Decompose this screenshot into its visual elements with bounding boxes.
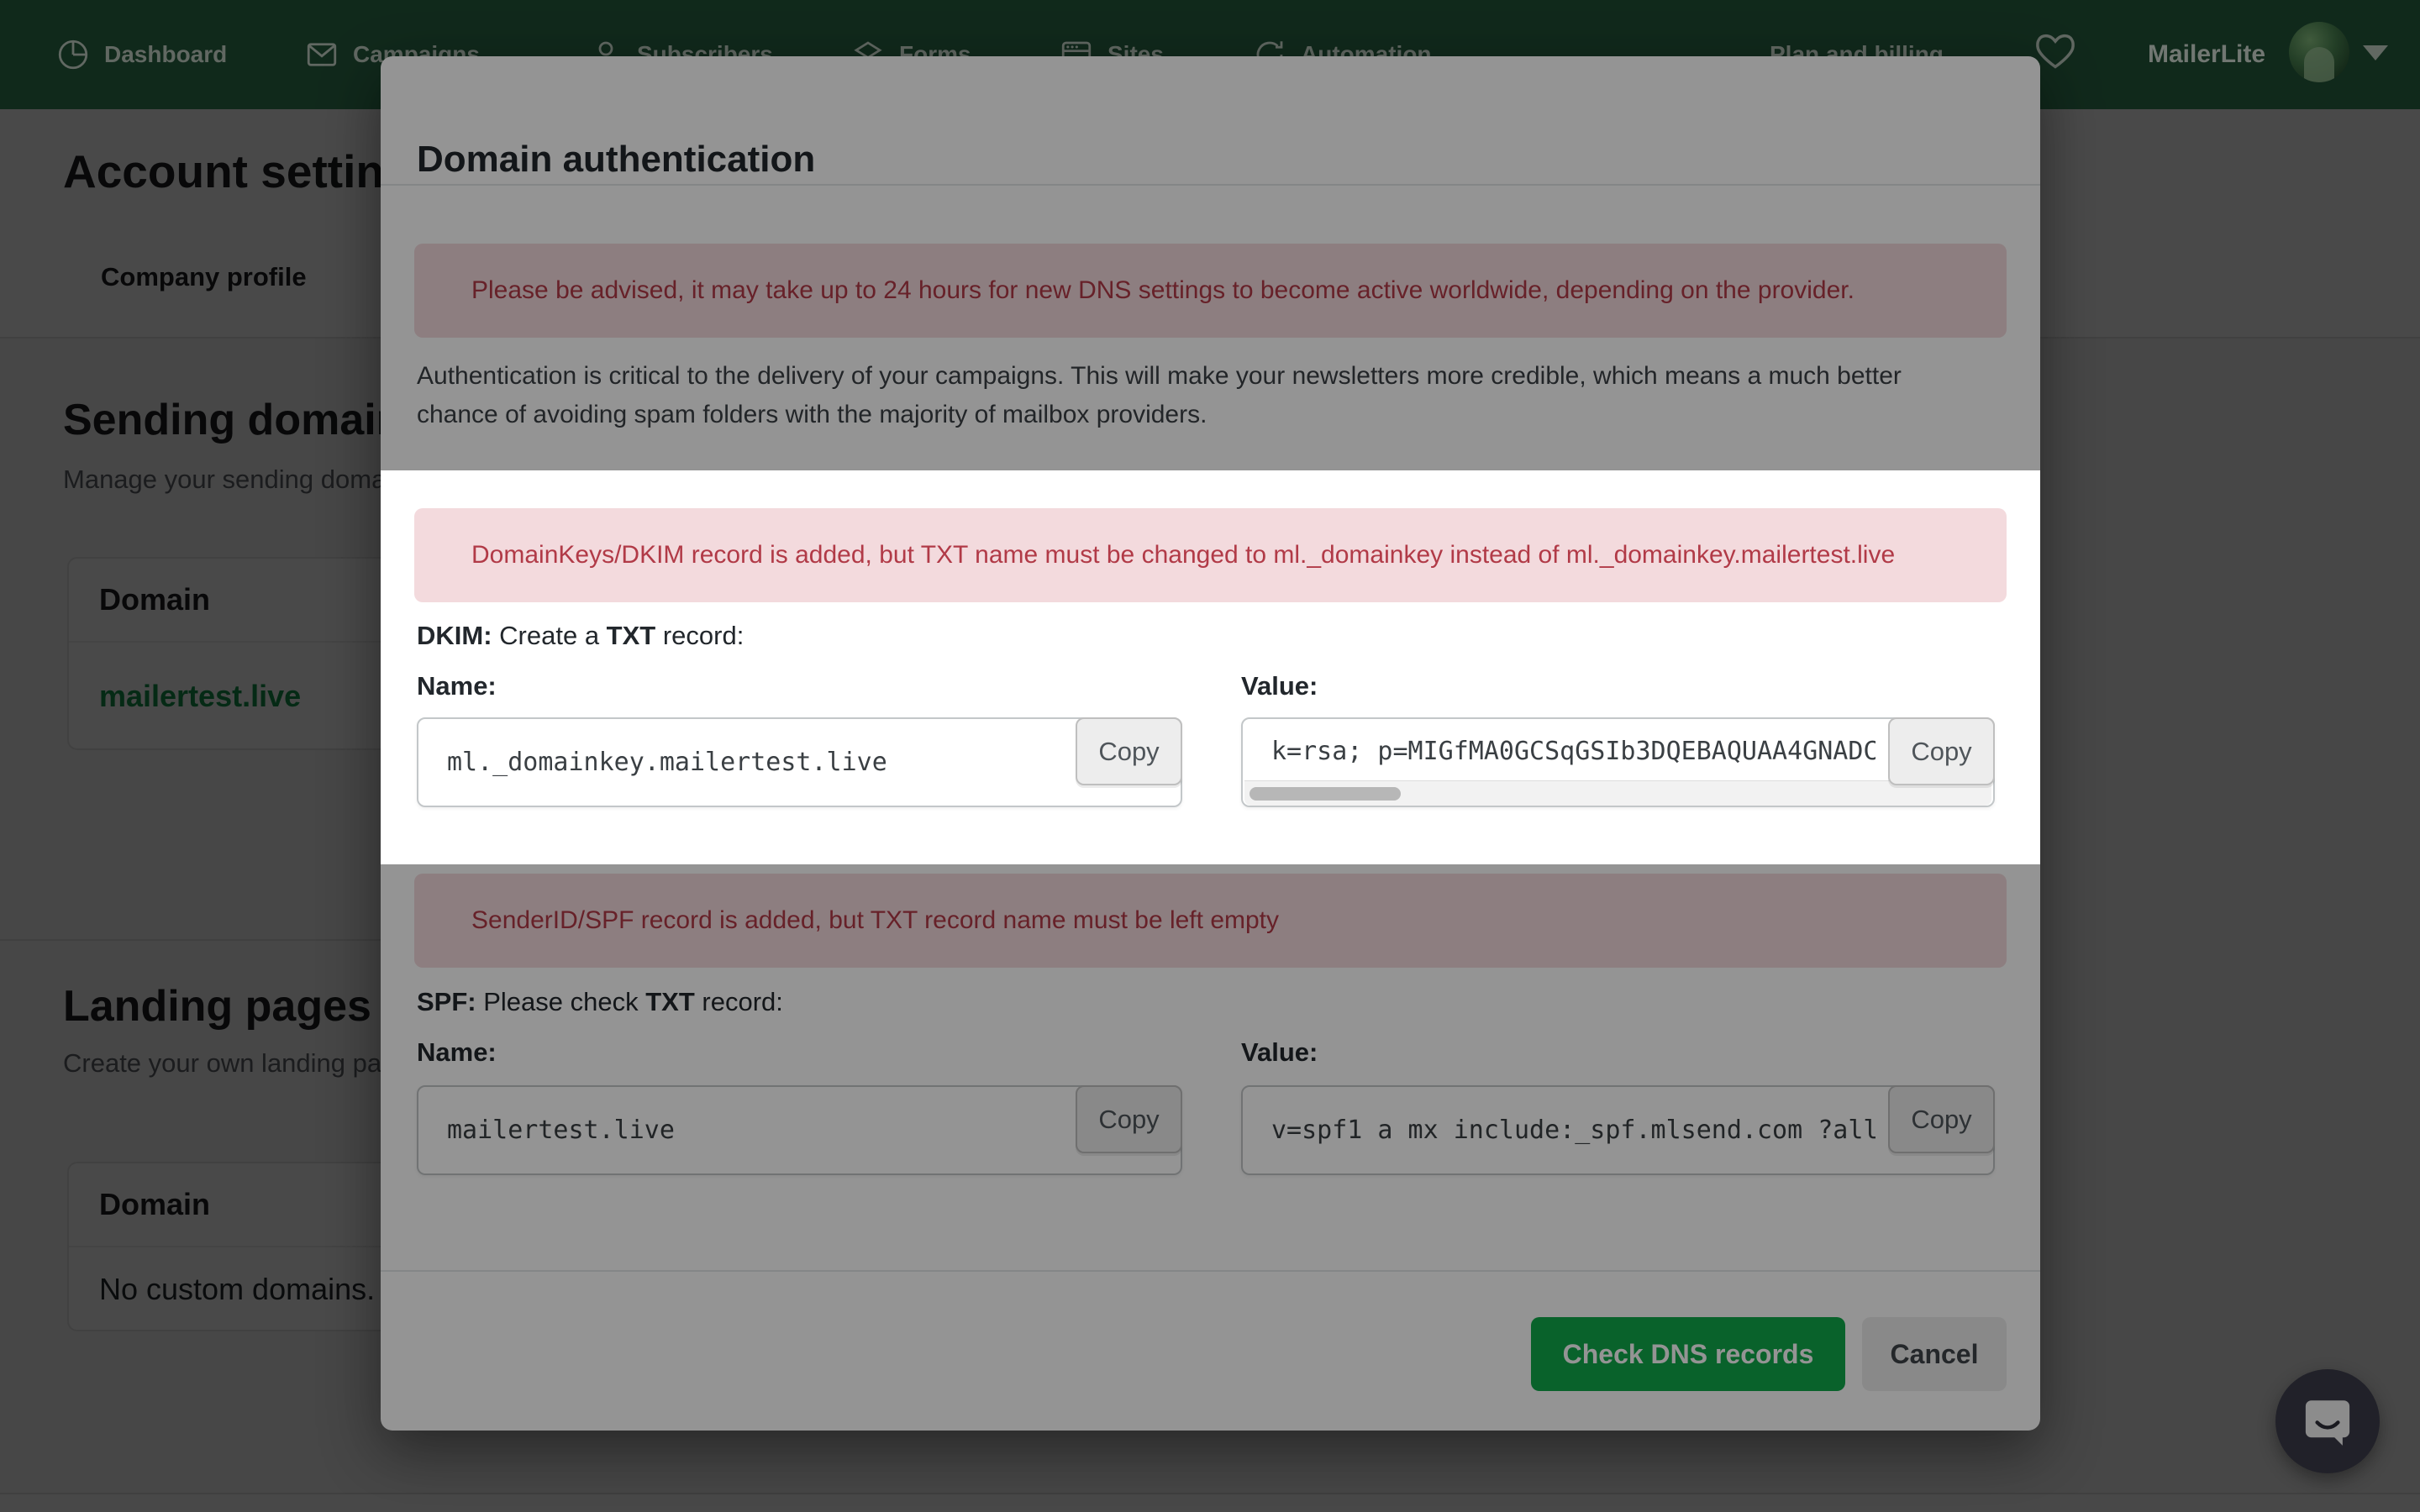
- check-dns-records-button[interactable]: Check DNS records: [1531, 1317, 1845, 1391]
- modal-title: Domain authentication: [417, 139, 815, 181]
- dkim-name-copy-button[interactable]: Copy: [1076, 717, 1182, 785]
- modal-title-divider: [381, 184, 2040, 186]
- spf-name-label: Name:: [417, 1037, 497, 1068]
- nav-item-dashboard[interactable]: Dashboard: [55, 0, 227, 109]
- domain-authentication-modal: Domain authentication Please be advised,…: [381, 56, 2040, 1431]
- spf-value-copy-button[interactable]: Copy: [1888, 1085, 1995, 1153]
- dns-propagation-notice: Please be advised, it may take up to 24 …: [414, 244, 2007, 338]
- spf-name-field: Copy: [417, 1085, 1182, 1175]
- scrollbar-thumb[interactable]: [1249, 787, 1401, 801]
- screen: Dashboard Campaigns Subscribers Forms: [0, 0, 2420, 1512]
- dkim-value-copy-button[interactable]: Copy: [1888, 717, 1995, 785]
- dkim-name-field: Copy: [417, 717, 1182, 807]
- dkim-section-label: DKIM: Create a TXT record:: [417, 621, 744, 651]
- spf-name-input[interactable]: [418, 1087, 1181, 1173]
- horizontal-scrollbar: [1244, 780, 1991, 806]
- modal-footer-divider: [381, 1270, 2040, 1272]
- spf-value-field: Copy: [1241, 1085, 1995, 1175]
- chevron-down-icon[interactable]: [2363, 45, 2388, 60]
- cancel-button[interactable]: Cancel: [1862, 1317, 2007, 1391]
- dkim-value-field: Copy: [1241, 717, 1995, 807]
- dkim-value-label: Value:: [1241, 671, 1318, 701]
- chat-bubble-icon: [2300, 1394, 2355, 1449]
- spf-alert: SenderID/SPF record is added, but TXT re…: [414, 874, 2007, 968]
- spf-section-label: SPF: Please check TXT record:: [417, 987, 783, 1017]
- dkim-alert: DomainKeys/DKIM record is added, but TXT…: [414, 508, 2007, 602]
- avatar[interactable]: [2289, 22, 2349, 82]
- chat-launcher-button[interactable]: [2275, 1369, 2380, 1473]
- dkim-name-label: Name:: [417, 671, 497, 701]
- spf-value-label: Value:: [1241, 1037, 1318, 1068]
- dkim-name-input[interactable]: [418, 719, 1181, 806]
- nav-label: Dashboard: [104, 41, 227, 68]
- spf-name-copy-button[interactable]: Copy: [1076, 1085, 1182, 1153]
- envelope-icon: [304, 37, 339, 72]
- authentication-intro-text: Authentication is critical to the delive…: [417, 357, 1938, 434]
- dashboard-icon: [55, 37, 91, 72]
- spf-value-input[interactable]: [1243, 1087, 1993, 1173]
- account-name[interactable]: MailerLite: [2148, 0, 2265, 109]
